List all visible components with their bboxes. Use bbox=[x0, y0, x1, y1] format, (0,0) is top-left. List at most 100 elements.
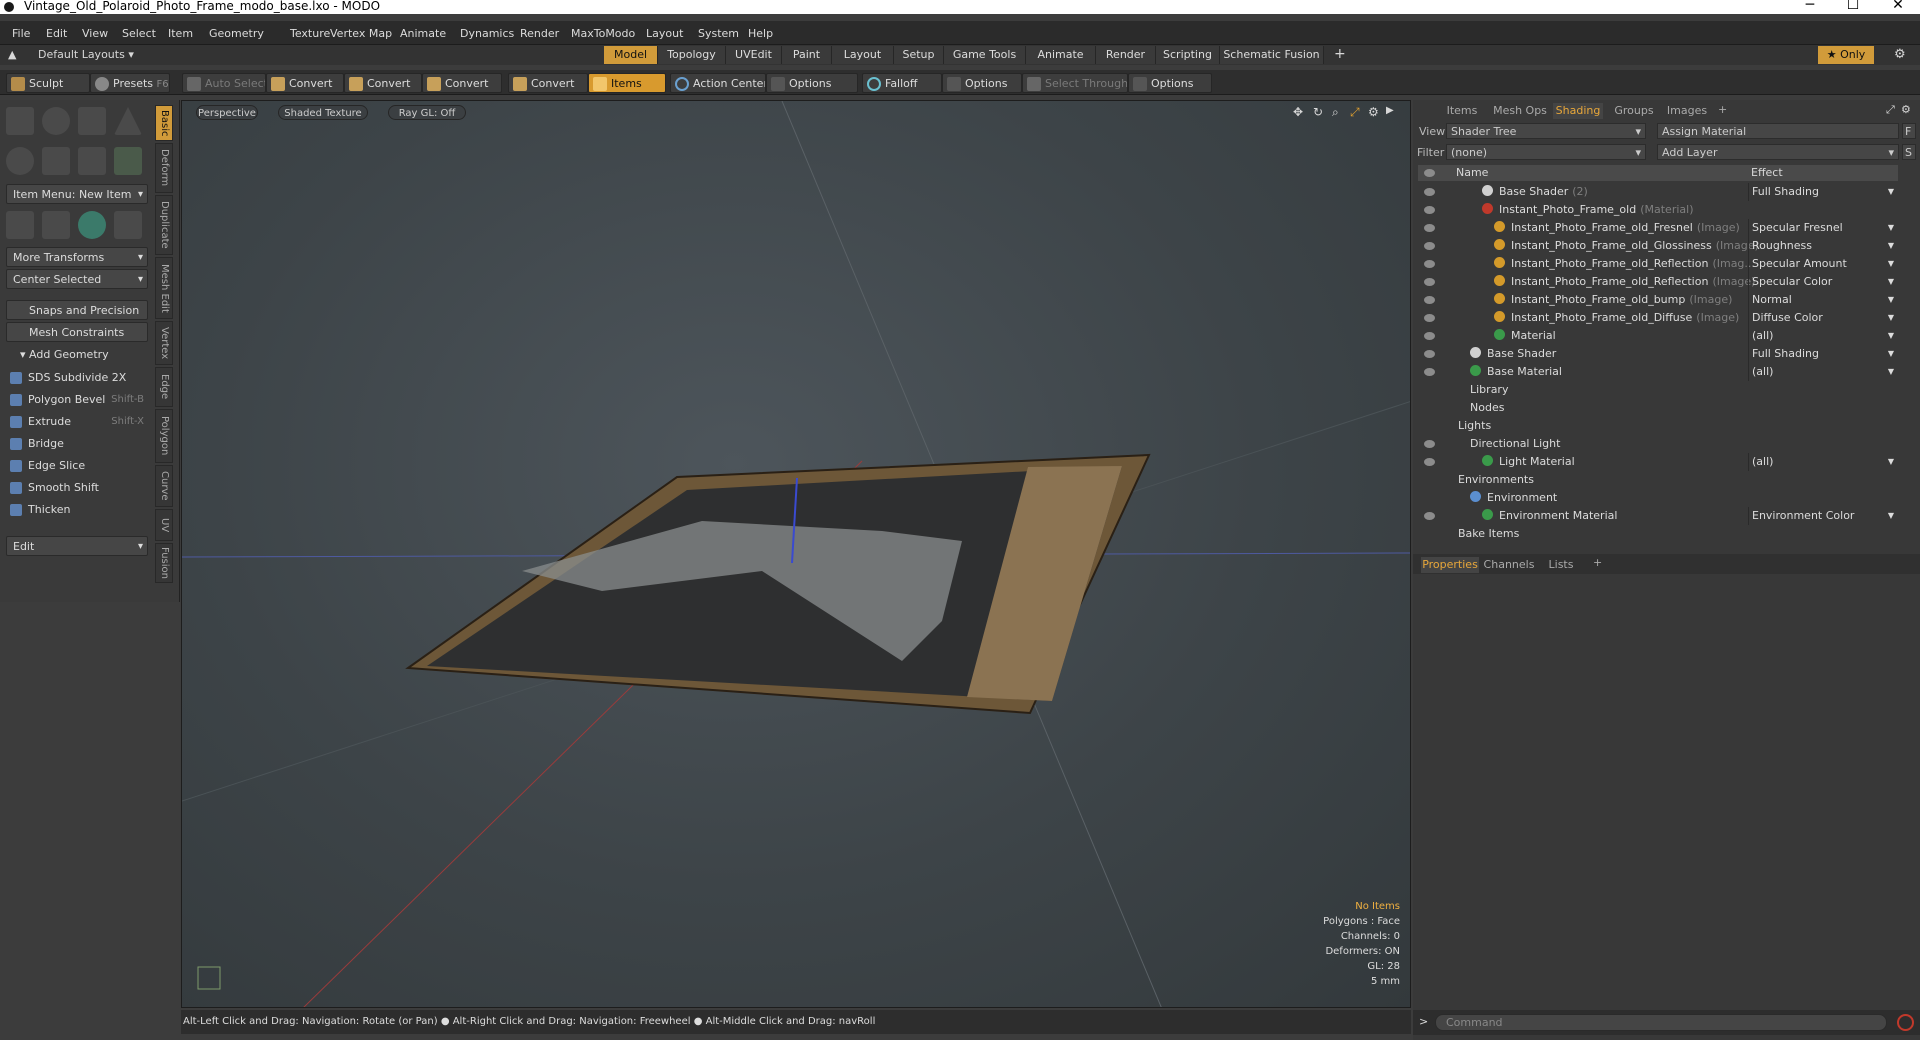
menu-item-texture[interactable]: Texture bbox=[290, 27, 330, 40]
prop-tab-lists[interactable]: Lists bbox=[1541, 557, 1581, 573]
tool-smooth-shift[interactable]: Smooth Shift bbox=[6, 478, 148, 498]
tree-row-instant-photo-frame-old-bump[interactable]: Instant_Photo_Frame_old_bump (Image) Norma… bbox=[1418, 291, 1898, 309]
tab-scripting[interactable]: Scripting bbox=[1156, 46, 1220, 64]
action-center-options-button[interactable]: Options bbox=[766, 73, 858, 93]
tab-setup[interactable]: Setup bbox=[894, 46, 944, 64]
visibility-icon[interactable] bbox=[1424, 458, 1435, 466]
maximize-icon[interactable]: ☐ bbox=[1838, 0, 1868, 12]
cube-icon[interactable] bbox=[6, 107, 34, 135]
convert-button-3[interactable]: Convert bbox=[422, 73, 502, 93]
visibility-icon[interactable] bbox=[1424, 278, 1435, 286]
convert-button-4[interactable]: Convert bbox=[508, 73, 588, 93]
tree-row-bake-items[interactable]: Bake Items bbox=[1418, 525, 1898, 543]
visibility-icon[interactable] bbox=[1424, 368, 1435, 376]
visibility-icon[interactable] bbox=[1424, 296, 1435, 304]
tab-layout[interactable]: Layout bbox=[832, 46, 894, 64]
filter-dropdown[interactable]: (none) ▾ bbox=[1446, 144, 1646, 160]
tree-row-instant-photo-frame-old-reflection[interactable]: Instant_Photo_Frame_old_Reflection (Imag.… bbox=[1418, 255, 1898, 273]
tab-topology[interactable]: Topology bbox=[658, 46, 726, 64]
effect-column-header[interactable]: Effect bbox=[1751, 165, 1783, 181]
tree-row-material[interactable]: Material (all) ▼ bbox=[1418, 327, 1898, 345]
vtab-polygon[interactable]: Polygon bbox=[155, 409, 173, 463]
select-through-button[interactable]: Select Through bbox=[1022, 73, 1128, 93]
convert-button-2[interactable]: Convert bbox=[344, 73, 422, 93]
s-button[interactable]: S bbox=[1902, 144, 1916, 160]
more-transforms-dropdown[interactable]: More Transforms ▾ bbox=[6, 247, 148, 267]
tab-uvedit[interactable]: UVEdit bbox=[726, 46, 782, 64]
visibility-icon[interactable] bbox=[1424, 350, 1435, 358]
convert-button-1[interactable]: Convert bbox=[266, 73, 344, 93]
tool-extrude[interactable]: Extrude Shift-X bbox=[6, 412, 148, 432]
falloff-button[interactable]: Falloff bbox=[862, 73, 942, 93]
add-tab-icon[interactable]: + bbox=[1334, 46, 1346, 62]
add-layer-dropdown[interactable]: Add Layer ▾ bbox=[1657, 144, 1899, 160]
vtab-curve[interactable]: Curve bbox=[155, 465, 173, 507]
gear-icon[interactable]: ⚙ bbox=[1894, 47, 1906, 62]
tab-schematic-fusion[interactable]: Schematic Fusion bbox=[1220, 46, 1324, 64]
menu-item-dynamics[interactable]: Dynamics bbox=[460, 27, 514, 40]
pen-icon[interactable] bbox=[78, 147, 106, 175]
edit-dropdown[interactable]: Edit ▾ bbox=[6, 536, 148, 556]
tree-row-library[interactable]: Library bbox=[1418, 381, 1898, 399]
mesh-constraints-button[interactable]: Mesh Constraints bbox=[6, 322, 148, 342]
tree-row-environments[interactable]: Environments bbox=[1418, 471, 1898, 489]
cone-icon[interactable] bbox=[114, 107, 142, 135]
panel-gear-icon[interactable]: ⚙ bbox=[1901, 103, 1911, 116]
tree-row-instant-photo-frame-old-fresnel[interactable]: Instant_Photo_Frame_old_Fresnel (Image) Sp… bbox=[1418, 219, 1898, 237]
vtab-basic[interactable]: Basic bbox=[155, 105, 173, 141]
rotate-icon[interactable] bbox=[78, 211, 106, 239]
default-layouts-dropdown[interactable]: Default Layouts ▾ bbox=[38, 48, 134, 61]
panel-tab-items[interactable]: Items bbox=[1439, 103, 1485, 119]
tree-row-base-shader[interactable]: Base Shader (2) Full Shading ▼ bbox=[1418, 183, 1898, 201]
vtab-mesh-edit[interactable]: Mesh Edit bbox=[155, 257, 173, 319]
transform-icon[interactable] bbox=[6, 211, 34, 239]
add-geometry-header[interactable]: ▾ Add Geometry bbox=[6, 345, 148, 365]
tree-row-nodes[interactable]: Nodes bbox=[1418, 399, 1898, 417]
cylinder-icon[interactable] bbox=[78, 107, 106, 135]
effect-dropdown[interactable]: Environment Color ▼ bbox=[1748, 507, 1898, 525]
snaps-precision-button[interactable]: Snaps and Precision bbox=[6, 300, 148, 320]
tool-thicken[interactable]: Thicken bbox=[6, 500, 148, 520]
auto-select-button[interactable]: Auto Select bbox=[182, 73, 266, 93]
menu-item-geometry[interactable]: Geometry bbox=[209, 27, 264, 40]
visibility-icon[interactable] bbox=[1424, 206, 1435, 214]
vtab-uv[interactable]: UV bbox=[155, 509, 173, 541]
assign-material-button[interactable]: Assign Material bbox=[1657, 123, 1899, 139]
3d-viewport[interactable]: Perspective Shaded Texture Ray GL: Off ✥… bbox=[181, 100, 1411, 1008]
effect-dropdown[interactable]: (all) ▼ bbox=[1748, 327, 1898, 345]
menu-item-select[interactable]: Select bbox=[122, 27, 156, 40]
item-menu-dropdown[interactable]: Item Menu: New Item ▾ bbox=[6, 184, 148, 204]
name-column-header[interactable]: Name bbox=[1456, 165, 1488, 181]
tool-bridge[interactable]: Bridge bbox=[6, 434, 148, 454]
effect-dropdown[interactable]: Diffuse Color ▼ bbox=[1748, 309, 1898, 327]
tree-row-instant-photo-frame-old-reflection[interactable]: Instant_Photo_Frame_old_Reflection (Image… bbox=[1418, 273, 1898, 291]
menu-item-system[interactable]: System bbox=[698, 27, 739, 40]
only-button[interactable]: ★ Only bbox=[1818, 46, 1874, 64]
view-dropdown[interactable]: Shader Tree ▾ bbox=[1446, 123, 1646, 139]
menu-item-layout[interactable]: Layout bbox=[646, 27, 683, 40]
sculpt-button[interactable]: Sculpt bbox=[6, 73, 90, 93]
panel-tab-images[interactable]: Images bbox=[1665, 103, 1709, 119]
visibility-icon[interactable] bbox=[1424, 224, 1435, 232]
tab-paint[interactable]: Paint bbox=[782, 46, 832, 64]
vtab-fusion[interactable]: Fusion bbox=[155, 543, 173, 583]
effect-dropdown[interactable]: Specular Fresnel ▼ bbox=[1748, 219, 1898, 237]
home-icon[interactable]: ▲ bbox=[8, 48, 16, 61]
prop-tab-properties[interactable]: Properties bbox=[1421, 557, 1479, 573]
falloff-options-button[interactable]: Options bbox=[942, 73, 1022, 93]
capsule-icon[interactable] bbox=[42, 147, 70, 175]
grid-icon[interactable] bbox=[42, 211, 70, 239]
menu-item-animate[interactable]: Animate bbox=[400, 27, 446, 40]
tab-game-tools[interactable]: Game Tools bbox=[944, 46, 1026, 64]
tree-row-lights[interactable]: Lights bbox=[1418, 417, 1898, 435]
tree-row-instant-photo-frame-old[interactable]: Instant_Photo_Frame_old (Material) bbox=[1418, 201, 1898, 219]
tree-row-directional-light[interactable]: Directional Light bbox=[1418, 435, 1898, 453]
menu-item-view[interactable]: View bbox=[82, 27, 108, 40]
effect-dropdown[interactable]: Full Shading ▼ bbox=[1748, 183, 1898, 201]
menu-item-render[interactable]: Render bbox=[520, 27, 559, 40]
panel-expand-icon[interactable]: ⤢ bbox=[1886, 103, 1895, 117]
tree-row-environment[interactable]: Environment bbox=[1418, 489, 1898, 507]
record-icon[interactable] bbox=[1897, 1014, 1914, 1031]
action-center-button[interactable]: Action Center bbox=[670, 73, 766, 93]
vtab-deform[interactable]: Deform bbox=[155, 143, 173, 193]
